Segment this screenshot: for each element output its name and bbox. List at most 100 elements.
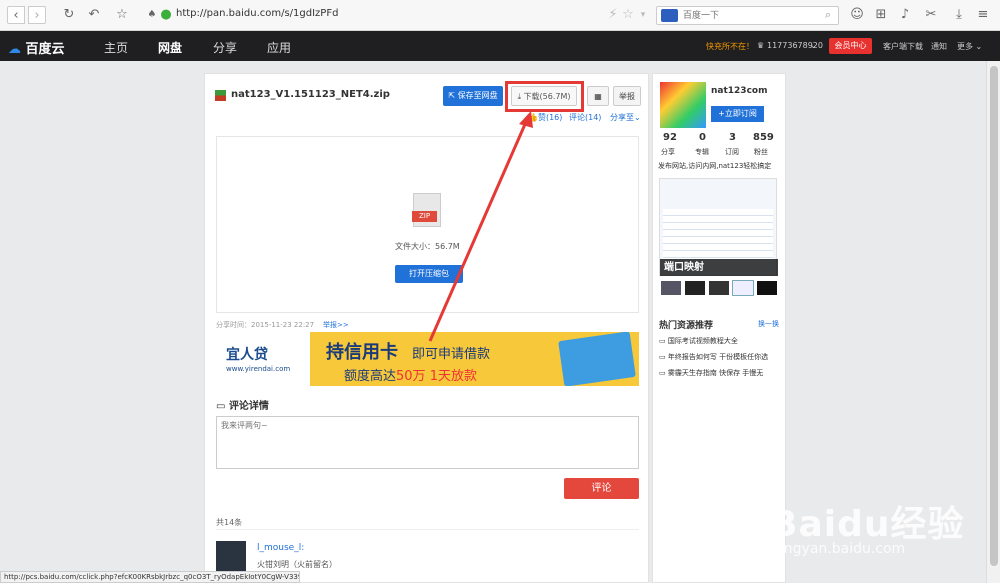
hot-item-2[interactable]: ▭ 年终报告如何写 干份模板任你选 bbox=[659, 352, 768, 362]
hot-item-3-label: 雾霾天生存指南 快保存 手慢无 bbox=[667, 369, 764, 377]
download-highlight-box bbox=[505, 81, 584, 112]
secure-shield-icon: ● bbox=[160, 7, 172, 22]
comments-heading: ▭ 评论详情 bbox=[216, 397, 269, 412]
notice-link[interactable]: 通知 bbox=[931, 41, 947, 52]
client-download-link[interactable]: 客户端下载 bbox=[883, 41, 923, 52]
qrcode-button[interactable]: ▦ bbox=[587, 86, 609, 106]
ad-headline-2: 即可申请借款 bbox=[412, 347, 491, 362]
comments-title: 评论详情 bbox=[228, 401, 269, 412]
refresh-icon[interactable]: ↻ bbox=[60, 6, 78, 24]
search-icon[interactable]: ⌕ bbox=[825, 8, 831, 22]
favorite-star-icon[interactable]: ☆ bbox=[113, 6, 131, 24]
scrollbar-thumb[interactable] bbox=[990, 66, 998, 566]
stat-subs: 3 bbox=[729, 132, 736, 143]
share-to-label: 分享至 bbox=[610, 113, 634, 122]
thumbs-up-icon: 👍 bbox=[528, 113, 538, 122]
chat-icon[interactable]: ☺ bbox=[848, 6, 866, 24]
doc-icon: ▭ bbox=[659, 337, 666, 345]
thumb-option-5[interactable] bbox=[757, 281, 777, 295]
download-manager-icon[interactable]: ⤓ bbox=[950, 6, 968, 24]
stat-fans: 859 bbox=[753, 132, 774, 143]
web-search-box[interactable]: ⌕ bbox=[656, 6, 839, 25]
app-navbar: ☁ 百度云 主页 网盘 分享 应用 快充所不在！ ♛ 11773678920 ⌄… bbox=[0, 31, 1000, 61]
ad-banner[interactable]: 宜人贷 www.yirendai.com 持信用卡 即可申请借款 额度高达50万… bbox=[216, 332, 639, 386]
promo-link[interactable]: 快充所不在！ bbox=[706, 41, 754, 52]
browser-toolbar: ‹ › ↻ ↶ ☆ ♠ ● http://pan.baidu.com/s/1gd… bbox=[0, 0, 1000, 31]
sharer-stats: 92 0 3 859 分享 专辑 订阅 粉丝 bbox=[653, 132, 787, 158]
more-label: 更多 bbox=[957, 42, 973, 51]
thumbnail-table-graphic bbox=[663, 209, 773, 259]
stat-subs-label: 订阅 bbox=[725, 148, 739, 156]
search-engine-icon[interactable] bbox=[661, 9, 678, 22]
status-bar: http://pcs.baidu.com/cclick.php?efcK00KR… bbox=[0, 571, 300, 583]
user-dropdown-icon[interactable]: ⌄ bbox=[810, 41, 817, 50]
thumb-option-1[interactable] bbox=[661, 281, 681, 295]
refresh-recommendations-link[interactable]: 换一换 bbox=[758, 319, 779, 329]
hot-item-2-label: 年终报告如何写 干份模板任你选 bbox=[667, 353, 769, 361]
ad-brand-name: 宜人贷 bbox=[226, 347, 268, 363]
comment-icon: ▭ bbox=[216, 401, 226, 412]
scissors-icon[interactable]: ✂ bbox=[922, 6, 940, 24]
report-button[interactable]: 举报 bbox=[613, 86, 641, 106]
ad-brand-url: www.yirendai.com bbox=[226, 365, 291, 373]
report-link[interactable]: 举报>> bbox=[323, 320, 349, 330]
nav-home[interactable]: 主页 bbox=[104, 39, 128, 56]
featured-thumbnail[interactable]: 端口映射 bbox=[659, 178, 778, 276]
menu-icon[interactable]: ≡ bbox=[974, 6, 992, 24]
extensions-icon[interactable]: ⊞ bbox=[872, 6, 890, 24]
divider bbox=[216, 529, 639, 530]
open-archive-button[interactable]: 打开压缩包 bbox=[395, 265, 463, 283]
file-preview: ZIP 文件大小：56.7M 打开压缩包 bbox=[216, 136, 639, 313]
zip-file-icon bbox=[215, 90, 226, 101]
comment-input[interactable] bbox=[216, 416, 639, 469]
thumb-option-3[interactable] bbox=[709, 281, 729, 295]
nav-apps[interactable]: 应用 bbox=[267, 39, 291, 56]
hot-item-1[interactable]: ▭ 国际考试视频教程大全 bbox=[659, 336, 738, 346]
sharer-username[interactable]: nat123com bbox=[711, 86, 767, 96]
address-bar[interactable]: http://pan.baidu.com/s/1gdIzPFd bbox=[176, 8, 338, 19]
file-size: 文件大小：56.7M bbox=[395, 242, 460, 251]
commenter-name[interactable]: l_mouse_l: bbox=[257, 543, 304, 553]
more-menu[interactable]: 更多 ⌄ bbox=[957, 41, 982, 52]
crown-icon: ♛ bbox=[757, 41, 765, 50]
watermark-url: jingyan.baidu.com bbox=[776, 541, 906, 557]
file-name: nat123_V1.151123_NET4.zip bbox=[231, 89, 390, 100]
ad-headline: 持信用卡 bbox=[326, 342, 398, 363]
ad-brand-panel: 宜人贷 www.yirendai.com bbox=[216, 332, 310, 386]
back-button[interactable]: ‹ bbox=[7, 6, 25, 24]
ad-sub-3: 1天放款 bbox=[429, 369, 477, 384]
vip-center-button[interactable]: 会员中心 bbox=[829, 38, 872, 54]
forward-button[interactable]: › bbox=[28, 6, 46, 24]
stat-shares-label: 分享 bbox=[661, 148, 675, 156]
baidu-cloud-logo[interactable]: ☁ 百度云 bbox=[8, 38, 65, 57]
thumb-option-4[interactable] bbox=[732, 280, 754, 296]
dropdown-icon[interactable]: ▾ bbox=[634, 6, 652, 24]
save-to-netdisk-button[interactable]: ⇱ 保存至网盘 bbox=[443, 86, 503, 106]
nav-netdisk[interactable]: 网盘 bbox=[158, 39, 182, 56]
submit-comment-button[interactable]: 评论 bbox=[564, 478, 639, 499]
like-link[interactable]: 👍赞(16) bbox=[528, 112, 562, 123]
web-search-input[interactable] bbox=[683, 9, 823, 23]
nav-share[interactable]: 分享 bbox=[213, 39, 237, 56]
watermark-brand: Baidu经验 bbox=[770, 504, 965, 545]
sharer-avatar[interactable] bbox=[660, 82, 706, 128]
share-to-link[interactable]: 分享至⌄ bbox=[610, 112, 641, 123]
commenter-avatar[interactable] bbox=[216, 541, 246, 571]
ad-card-graphic bbox=[558, 332, 636, 386]
hot-item-3[interactable]: ▭ 雾霾天生存指南 快保存 手慢无 bbox=[659, 368, 763, 378]
subscribe-button[interactable]: +立即订阅 bbox=[711, 106, 764, 122]
save-label: 保存至网盘 bbox=[457, 91, 498, 100]
stat-fans-label: 粉丝 bbox=[754, 148, 768, 156]
file-share-panel: nat123_V1.151123_NET4.zip ⇱ 保存至网盘 ⤓ 下载(5… bbox=[204, 73, 649, 583]
ad-sub-2: 50万 bbox=[396, 369, 426, 384]
undo-icon[interactable]: ↶ bbox=[85, 6, 103, 24]
vertical-scrollbar[interactable] bbox=[986, 61, 1000, 583]
stat-albums: 0 bbox=[699, 132, 706, 143]
zip-large-icon: ZIP bbox=[412, 193, 441, 227]
sharer-sidebar: nat123com +立即订阅 92 0 3 859 分享 专辑 订阅 粉丝 发… bbox=[652, 73, 786, 583]
doc-icon: ▭ bbox=[659, 353, 666, 361]
comment-link[interactable]: 评论(14) bbox=[569, 112, 601, 123]
stat-shares: 92 bbox=[663, 132, 677, 143]
thumb-option-2[interactable] bbox=[685, 281, 705, 295]
speaker-icon[interactable]: ♪ bbox=[896, 6, 914, 24]
